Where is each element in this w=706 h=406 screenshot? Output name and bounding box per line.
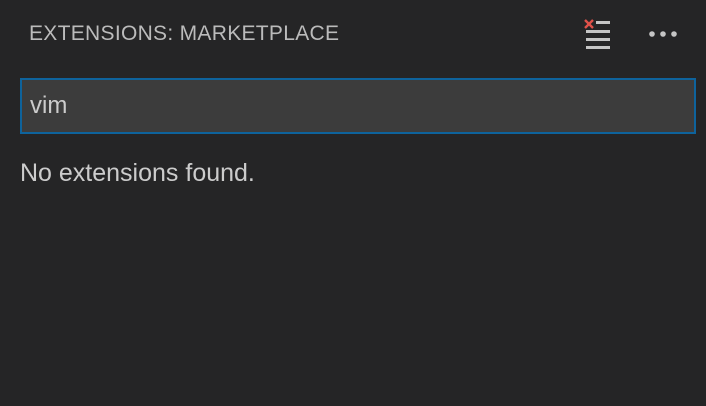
- more-actions-icon: [649, 31, 677, 37]
- clear-extensions-button[interactable]: [582, 17, 616, 51]
- panel-header: EXTENSIONS: MARKETPLACE: [0, 0, 706, 68]
- search-input[interactable]: [22, 80, 694, 132]
- extensions-panel: EXTENSIONS: MARKETPLACE vim No extension…: [0, 0, 706, 406]
- panel-title: EXTENSIONS: MARKETPLACE: [29, 22, 340, 45]
- clear-extensions-icon: [584, 19, 610, 49]
- search-box: [20, 78, 696, 134]
- more-actions-button[interactable]: [646, 17, 680, 51]
- no-results-message: No extensions found.: [20, 159, 255, 187]
